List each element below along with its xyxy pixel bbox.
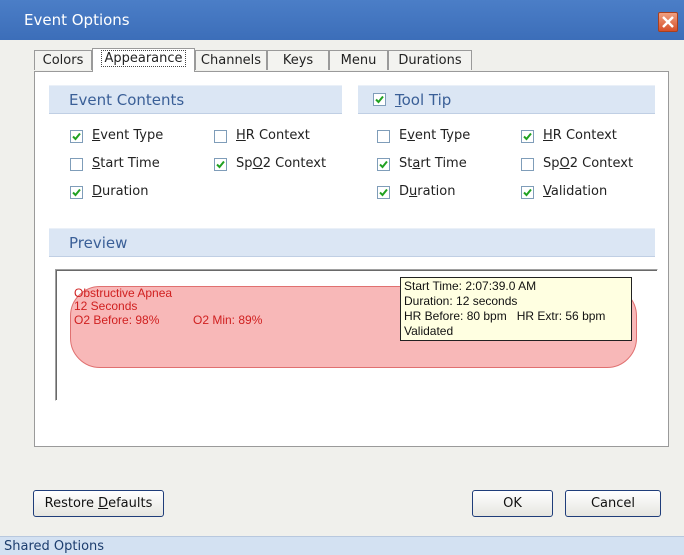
tab-appearance[interactable]: Appearance (92, 48, 195, 72)
event-duration: 12 Seconds (74, 299, 138, 313)
label-tooltip-spo2-context: SpO2 Context (543, 156, 634, 171)
checkmark-icon (379, 160, 388, 169)
label-hr-context: HR Context (236, 128, 310, 143)
checkmark-icon (379, 188, 388, 197)
label-spo2-context: SpO2 Context (236, 156, 327, 171)
checkmark-icon (523, 188, 532, 197)
label-tooltip-hr-context: HR Context (543, 128, 617, 143)
label-tooltip-validation: Validation (543, 184, 608, 199)
cancel-button[interactable]: Cancel (565, 490, 661, 517)
tooltip-duration: Duration: 12 seconds (404, 294, 518, 308)
close-icon (662, 16, 674, 28)
ok-button[interactable]: OK (472, 490, 553, 517)
event-contents-title: Event Contents (69, 91, 185, 109)
tab-label: Appearance (101, 50, 186, 67)
label-start-time: Start Time (92, 156, 160, 171)
tab-keys[interactable]: Keys (267, 50, 329, 70)
preview-area: Obstructive Apnea 12 Seconds O2 Before: … (55, 269, 658, 401)
status-bar: Shared Options (0, 536, 684, 555)
checkbox-tooltip-spo2-context[interactable] (521, 158, 534, 171)
tooltip-preview: Start Time: 2:07:39.0 AM Duration: 12 se… (400, 277, 632, 341)
checkbox-spo2-context[interactable] (214, 158, 227, 171)
tab-durations[interactable]: Durations (388, 50, 472, 70)
checkbox-tooltip-duration[interactable] (377, 186, 390, 199)
tool-tip-header: Tool Tip (358, 85, 655, 114)
restore-defaults-button[interactable]: Restore Defaults (33, 490, 164, 517)
tab-menu[interactable]: Menu (329, 50, 388, 70)
label-tooltip-duration: Duration (399, 184, 456, 199)
tool-tip-checkbox[interactable] (373, 93, 386, 106)
checkmark-icon (375, 95, 384, 104)
label-duration: Duration (92, 184, 149, 199)
tab-colors[interactable]: Colors (34, 50, 92, 70)
checkbox-tooltip-event-type[interactable] (377, 130, 390, 143)
tool-tip-title: Tool Tip (395, 91, 452, 109)
checkbox-duration[interactable] (70, 186, 83, 199)
tab-channels[interactable]: Channels (195, 50, 267, 70)
close-button[interactable] (658, 12, 678, 32)
checkbox-start-time[interactable] (70, 158, 83, 171)
checkmark-icon (72, 188, 81, 197)
tooltip-start-time: Start Time: 2:07:39.0 AM (404, 279, 537, 293)
preview-header: Preview (49, 228, 655, 257)
label-tooltip-event-type: Event Type (399, 128, 471, 143)
checkbox-tooltip-validation[interactable] (521, 186, 534, 199)
tooltip-validated: Validated (404, 324, 454, 338)
event-contents-header: Event Contents (49, 85, 342, 114)
checkmark-icon (523, 132, 532, 141)
preview-title: Preview (69, 234, 128, 252)
window-title: Event Options (24, 11, 130, 29)
label-event-type: Event Type (92, 128, 164, 143)
checkbox-tooltip-start-time[interactable] (377, 158, 390, 171)
checkbox-tooltip-hr-context[interactable] (521, 130, 534, 143)
event-o2-before: O2 Before: 98% (74, 313, 160, 327)
label-tooltip-start-time: Start Time (399, 156, 467, 171)
checkbox-event-type[interactable] (70, 130, 83, 143)
checkmark-icon (216, 160, 225, 169)
title-bar: Event Options (0, 0, 684, 40)
tooltip-hr: HR Before: 80 bpm HR Extr: 56 bpm (404, 309, 606, 323)
checkbox-hr-context[interactable] (214, 130, 227, 143)
tab-panel-appearance: Event Contents Tool Tip Event Type HR Co… (34, 71, 669, 447)
restore-defaults-label: Restore Defaults (44, 496, 153, 511)
status-text: Shared Options (4, 539, 105, 554)
event-o2-min: O2 Min: 89% (193, 313, 263, 327)
checkmark-icon (72, 132, 81, 141)
